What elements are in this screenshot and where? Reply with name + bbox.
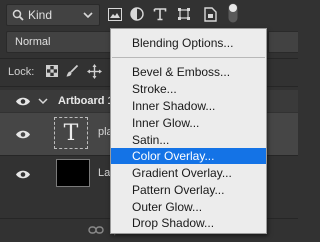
- blend-mode-label: Normal: [15, 36, 51, 48]
- image-filter-icon[interactable]: [107, 6, 123, 22]
- lock-image-pixels-icon[interactable]: [64, 63, 80, 79]
- menu-item-satin[interactable]: Satin...: [111, 132, 266, 148]
- shape-filter-icon[interactable]: [176, 6, 192, 22]
- visibility-eye-icon[interactable]: [13, 167, 33, 181]
- visibility-eye-icon[interactable]: [13, 127, 33, 141]
- blend-mode-select[interactable]: Normal: [6, 31, 116, 53]
- kind-filter-label: Kind: [28, 8, 53, 22]
- layer-name-shape: La: [98, 167, 111, 179]
- text-layer-thumbnail: T: [54, 117, 88, 149]
- shape-layer-thumbnail: [56, 159, 90, 187]
- menu-item-pattern-overlay[interactable]: Pattern Overlay...: [111, 182, 266, 198]
- lock-transparent-pixels-icon[interactable]: [44, 63, 60, 79]
- opacity-field[interactable]: [268, 31, 298, 53]
- visibility-eye-icon[interactable]: [13, 94, 33, 108]
- menu-item-outer-glow[interactable]: Outer Glow...: [111, 199, 266, 215]
- link-layers-icon[interactable]: [88, 224, 104, 238]
- menu-item-stroke[interactable]: Stroke...: [111, 81, 266, 97]
- search-icon: [12, 9, 24, 21]
- chevron-down-icon[interactable]: [38, 95, 48, 109]
- adjustment-filter-icon[interactable]: [129, 6, 145, 22]
- lock-position-icon[interactable]: [86, 63, 102, 79]
- menu-item-bevel-emboss[interactable]: Bevel & Emboss...: [111, 64, 266, 80]
- menu-item-inner-shadow[interactable]: Inner Shadow...: [111, 98, 266, 114]
- layer-style-menu: Blending Options... Bevel & Emboss... St…: [110, 28, 267, 234]
- menu-item-color-overlay[interactable]: Color Overlay...: [111, 148, 266, 164]
- menu-item-inner-glow[interactable]: Inner Glow...: [111, 115, 266, 131]
- chevron-down-icon: [83, 9, 93, 24]
- menu-item-gradient-overlay[interactable]: Gradient Overlay...: [111, 165, 266, 181]
- lock-label: Lock:: [8, 66, 35, 78]
- layer-name-artboard: Artboard 1: [58, 95, 114, 107]
- menu-item-drop-shadow[interactable]: Drop Shadow...: [111, 215, 266, 231]
- smart-object-filter-icon[interactable]: [202, 6, 218, 22]
- menu-separator: [112, 57, 265, 58]
- type-filter-icon[interactable]: [152, 6, 168, 22]
- filter-toggle-icon[interactable]: [228, 3, 238, 23]
- kind-filter-select[interactable]: Kind: [6, 4, 100, 26]
- menu-item-blending-options[interactable]: Blending Options...: [111, 35, 266, 51]
